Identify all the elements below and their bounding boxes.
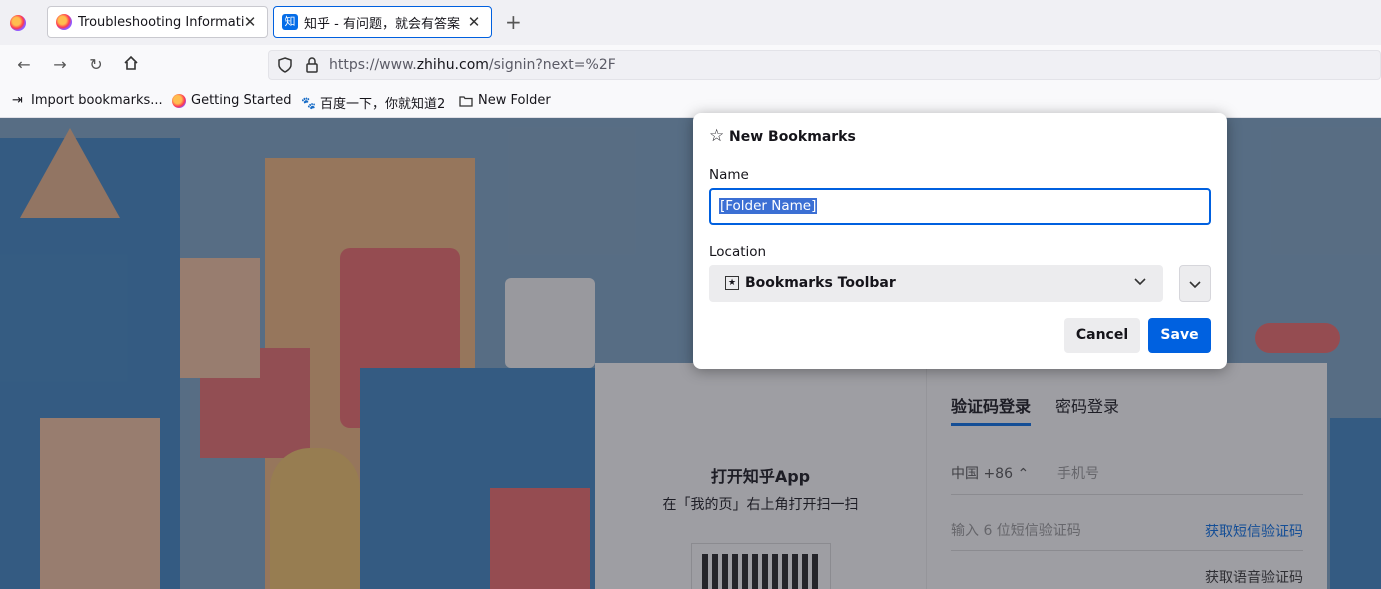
expand-folder-tree-button[interactable] <box>1179 265 1211 302</box>
firefox-icon <box>172 93 186 108</box>
bookmark-label: Getting Started <box>191 93 292 108</box>
firefox-icon <box>56 14 72 30</box>
tab-zhihu[interactable]: 知 知乎 - 有问题，就会有答案 ✕ <box>273 6 492 38</box>
tab-label: Troubleshooting Informati <box>78 14 245 30</box>
bookmark-label: Import bookmarks... <box>31 93 163 108</box>
close-tab-icon[interactable]: ✕ <box>465 13 483 31</box>
location-select[interactable]: ★ Bookmarks Toolbar <box>709 265 1163 302</box>
folder-icon <box>459 95 473 107</box>
tab-troubleshooting[interactable]: Troubleshooting Informati ✕ <box>47 6 268 38</box>
chevron-down-icon <box>1134 278 1146 286</box>
close-tab-icon[interactable]: ✕ <box>241 13 259 31</box>
back-icon[interactable]: ← <box>14 55 34 75</box>
star-icon: ☆ <box>709 126 725 146</box>
url-text: https://www.zhihu.com/signin?next=%2F <box>329 57 616 73</box>
import-icon: ⇥ <box>12 92 23 108</box>
lock-icon[interactable] <box>305 57 319 73</box>
bookmarks-toolbar-icon: ★ <box>725 276 739 290</box>
location-label: Location <box>709 244 767 260</box>
reload-icon[interactable]: ↻ <box>86 55 106 75</box>
bookmark-baidu[interactable]: 🐾 百度一下，你就知道2 <box>301 93 446 113</box>
forward-icon[interactable]: → <box>50 55 70 75</box>
chevron-down-icon <box>1189 281 1201 289</box>
url-bar[interactable]: https://www.zhihu.com/signin?next=%2F <box>268 50 1381 80</box>
location-value: Bookmarks Toolbar <box>745 275 896 291</box>
new-tab-icon[interactable]: + <box>505 12 522 32</box>
bookmark-label: New Folder <box>478 93 551 108</box>
zhihu-icon: 知 <box>282 14 298 30</box>
shield-icon[interactable] <box>277 57 293 73</box>
home-icon[interactable] <box>121 55 141 75</box>
save-button[interactable]: Save <box>1148 318 1211 353</box>
firefox-menu-icon[interactable] <box>10 15 26 31</box>
navigation-bar: ← → ↻ https://www.zhihu.com/signin?next=… <box>0 45 1381 85</box>
baidu-paw-icon: 🐾 <box>301 95 316 110</box>
bookmark-label: 百度一下，你就知道2 <box>320 97 446 112</box>
bookmark-import[interactable]: ⇥ Import bookmarks... <box>12 93 163 108</box>
tab-label: 知乎 - 有问题，就会有答案 <box>304 16 460 32</box>
bookmark-getting-started[interactable]: Getting Started <box>172 93 292 108</box>
name-selected-text: [Folder Name] <box>719 198 818 214</box>
bookmark-new-folder[interactable]: New Folder <box>459 93 551 108</box>
name-label: Name <box>709 167 749 183</box>
dialog-title: New Bookmarks <box>729 129 856 145</box>
tab-bar: Troubleshooting Informati ✕ 知 知乎 - 有问题，就… <box>0 0 1381 46</box>
cancel-button[interactable]: Cancel <box>1064 318 1140 353</box>
new-bookmark-dialog: ☆ New Bookmarks Name [Folder Name] Locat… <box>693 113 1227 369</box>
